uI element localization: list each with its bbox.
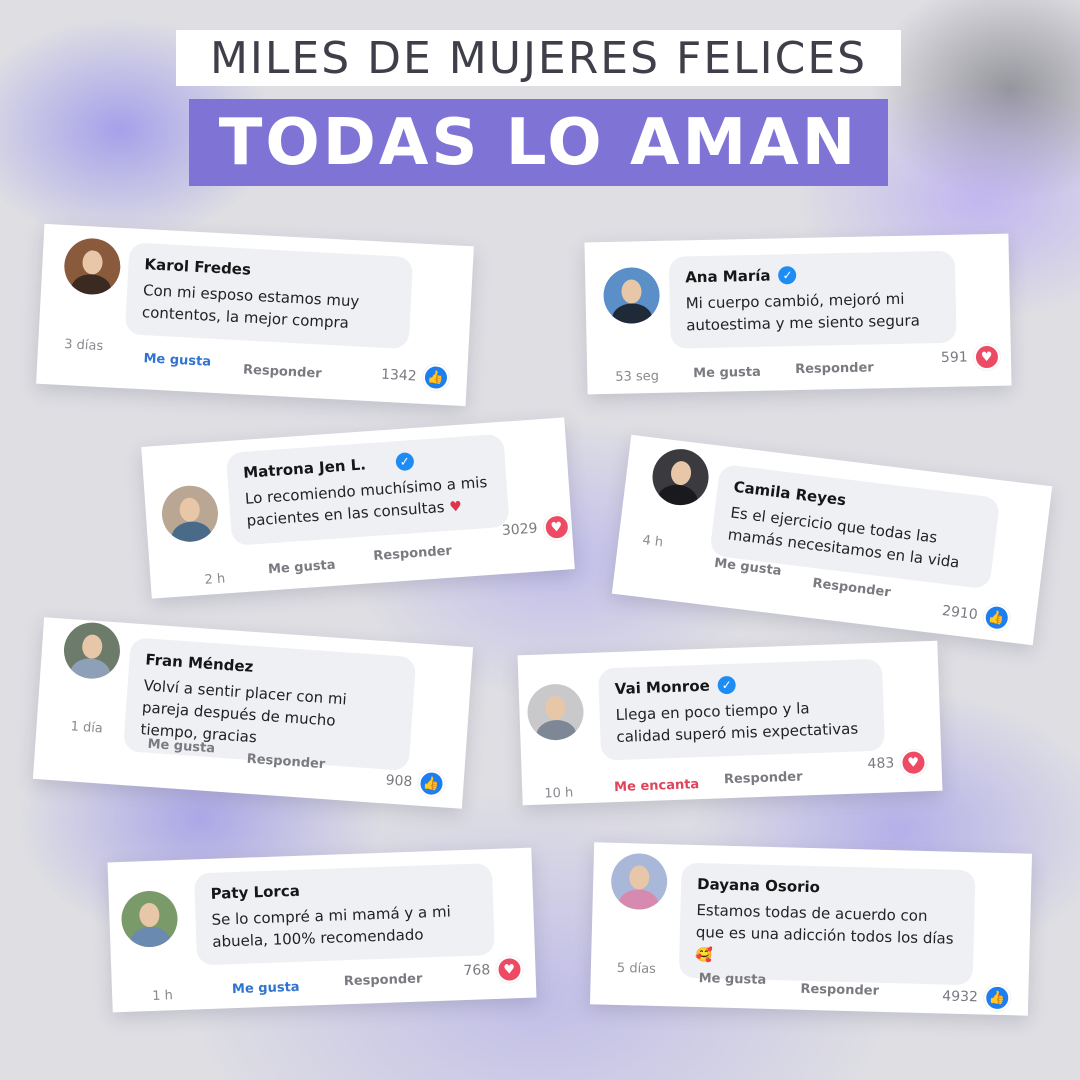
reply-button[interactable]: Responder [373, 544, 452, 564]
comment-time: 53 seg [615, 368, 660, 385]
comment-bubble: Dayana Osorio Estamos todas de acuerdo c… [678, 862, 976, 986]
reaction-count: 1342 [380, 366, 418, 385]
reaction-summary[interactable]: 768 ♥ [463, 956, 523, 984]
reaction-count: 2910 [941, 603, 979, 624]
like-button[interactable]: Me gusta [693, 365, 761, 381]
reply-button[interactable]: Responder [812, 576, 892, 600]
reaction-summary[interactable]: 4932 👍 [942, 983, 1011, 1012]
comment-text: Con mi esposo estamos muy contentos, la … [141, 281, 360, 332]
thumbs-up-icon: 👍 [983, 984, 1011, 1012]
heart-icon: ♥ [899, 749, 927, 777]
comment-time: 1 día [70, 719, 104, 737]
commenter-name[interactable]: Matrona Jen L. [243, 455, 367, 482]
reaction-summary[interactable]: 1342 👍 [380, 362, 450, 392]
commenter-name[interactable]: Paty Lorca [210, 882, 300, 903]
reaction-summary[interactable]: 483 ♥ [867, 749, 927, 777]
reaction-summary[interactable]: 908 👍 [385, 767, 446, 798]
reaction-count: 4932 [942, 988, 979, 1006]
header-title: TODAS LO AMAN [189, 99, 888, 186]
reaction-count: 908 [385, 772, 413, 791]
like-button[interactable]: Me gusta [232, 980, 300, 997]
comment-bubble: Matrona Jen L. ✓ Lo recomiendo muchísimo … [225, 433, 510, 546]
avatar[interactable] [610, 852, 668, 911]
comment-time: 3 días [63, 337, 104, 355]
reaction-summary[interactable]: 3029 ♥ [501, 513, 571, 544]
comment-time: 1 h [151, 988, 174, 1004]
comment-bubble: Vai Monroe ✓ Llega en poco tiempo y la ca… [598, 658, 886, 761]
reply-button[interactable]: Responder [344, 972, 423, 990]
comment-card: Ana María ✓ Mi cuerpo cambió, mejoró mi a… [584, 233, 1012, 395]
comment-card: Vai Monroe ✓ Llega en poco tiempo y la ca… [517, 640, 943, 806]
comment-card: Karol Fredes Con mi esposo estamos muy c… [36, 223, 474, 407]
comment-bubble: Paty Lorca Se lo compré a mi mamá y a mi… [193, 863, 495, 966]
heart-icon: ♥ [542, 513, 571, 542]
red-heart-icon: ♥ [448, 498, 463, 516]
comment-time: 5 días [616, 960, 657, 977]
love-button[interactable]: Me encanta [614, 777, 700, 795]
avatar[interactable] [62, 236, 122, 296]
thumbs-up-icon: 👍 [421, 363, 450, 392]
reply-button[interactable]: Responder [800, 982, 879, 999]
commenter-name[interactable]: Ana María [685, 267, 771, 287]
heart-icon: ♥ [973, 343, 1000, 371]
like-button[interactable]: Me gusta [698, 971, 766, 988]
comment-card: Fran Méndez Volví a sentir placer con mi… [32, 617, 474, 809]
avatar[interactable] [160, 483, 220, 544]
comment-card: Matrona Jen L. ✓ Lo recomiendo muchísimo … [141, 417, 575, 599]
comment-card: Paty Lorca Se lo compré a mi mamá y a mi… [107, 847, 537, 1013]
comment-text: Lo recomiendo muchísimo a mis pacientes … [244, 472, 488, 530]
comment-bubble: Karol Fredes Con mi esposo estamos muy c… [124, 242, 414, 350]
comment-text: Llega en poco tiempo y la calidad superó… [615, 699, 859, 746]
verified-badge-icon: ✓ [395, 452, 415, 472]
reaction-count: 591 [940, 349, 968, 367]
comment-text: Se lo compré a mi mamá y a mi abuela, 10… [211, 902, 452, 951]
comment-time: 10 h [544, 785, 574, 802]
like-button[interactable]: Me gusta [268, 558, 336, 578]
reply-button[interactable]: Responder [724, 770, 803, 788]
comment-time: 4 h [641, 532, 664, 551]
header-subtitle: MILES DE MUJERES FELICES [176, 30, 901, 86]
comment-bubble: Ana María ✓ Mi cuerpo cambió, mejoró mi a… [668, 250, 957, 349]
verified-badge-icon: ✓ [778, 266, 797, 285]
reaction-count: 3029 [501, 520, 539, 539]
comment-card: Dayana Osorio Estamos todas de acuerdo c… [589, 842, 1033, 1016]
heart-icon: ♥ [495, 956, 523, 983]
comment-card: Camila Reyes Es el ejercicio que todas l… [611, 434, 1053, 646]
reaction-count: 483 [867, 755, 895, 773]
avatar[interactable] [120, 890, 179, 948]
reaction-count: 768 [463, 962, 491, 980]
thumbs-up-icon: 👍 [981, 603, 1011, 633]
reaction-summary[interactable]: 2910 👍 [941, 598, 1011, 633]
reply-button[interactable]: Responder [243, 362, 322, 381]
commenter-name[interactable]: Fran Méndez [145, 650, 254, 675]
reaction-summary[interactable]: 591 ♥ [940, 343, 1000, 371]
avatar[interactable] [526, 683, 585, 742]
reply-button[interactable]: Responder [795, 360, 874, 377]
like-button[interactable]: Me gusta [143, 351, 211, 370]
avatar[interactable] [62, 620, 122, 681]
avatar[interactable] [649, 445, 712, 509]
commenter-name[interactable]: Karol Fredes [144, 255, 251, 279]
comment-text: Estamos todas de acuerdo con que es una … [695, 900, 954, 964]
comment-time: 2 h [204, 571, 226, 588]
thumbs-up-icon: 👍 [417, 769, 446, 798]
verified-badge-icon: ✓ [717, 675, 737, 695]
avatar[interactable] [602, 266, 661, 325]
commenter-name[interactable]: Vai Monroe [614, 677, 710, 698]
smiling-face-with-hearts-icon: 🥰 [695, 946, 713, 964]
comment-text: Mi cuerpo cambió, mejoró mi autoestima y… [685, 289, 921, 335]
commenter-name[interactable]: Dayana Osorio [697, 875, 820, 896]
